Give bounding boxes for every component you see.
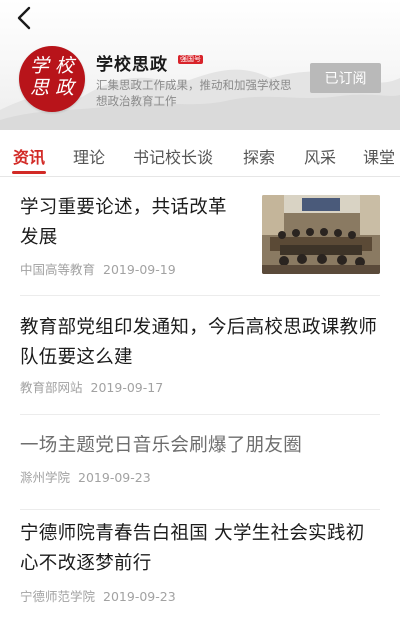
article-meta: 教育部网站 2019-09-17 xyxy=(20,377,163,396)
channel-title: 学校思政 xyxy=(96,55,168,75)
article-date: 2019-09-23 xyxy=(103,589,176,604)
back-button[interactable] xyxy=(10,4,38,32)
channel-header: 学 校 思 政 学校思政 强国号 汇集思政工作成果，推动和加强学校思想政治教育工… xyxy=(0,0,400,130)
logo-char: 思 xyxy=(29,77,49,99)
article-item[interactable]: 学习重要论述，共话改革发展 中国高等教育 2019-09-19 xyxy=(0,177,400,295)
channel-logo: 学 校 思 政 xyxy=(19,46,85,112)
tab-explore[interactable]: 探索 xyxy=(243,144,275,168)
category-tabs: 资讯 理论 书记校长谈 探索 风采 课堂 xyxy=(0,130,400,177)
tab-news[interactable]: 资讯 xyxy=(13,144,45,168)
tab-classroom[interactable]: 课堂 xyxy=(363,144,395,168)
tab-showcase[interactable]: 风采 xyxy=(304,144,336,168)
article-title: 教育部党组印发通知，今后高校思政课教师队伍要这么建 xyxy=(20,317,378,368)
article-source: 宁德师范学院 xyxy=(20,589,96,604)
channel-badge: 强国号 xyxy=(178,55,203,64)
article-meta: 中国高等教育 2019-09-19 xyxy=(20,259,176,278)
subscribed-button[interactable]: 已订阅 xyxy=(310,63,381,93)
article-item[interactable]: 宁德师院青春告白祖国 大学生社会实践初心不改逐梦前行 宁德师范学院 2019-09… xyxy=(0,510,400,631)
article-source: 滁州学院 xyxy=(20,470,71,485)
logo-char: 学 xyxy=(29,55,49,77)
tab-leader-talks[interactable]: 书记校长谈 xyxy=(133,144,213,168)
tab-theory[interactable]: 理论 xyxy=(73,144,105,168)
article-item[interactable]: 一场主题党日音乐会刷爆了朋友圈 滁州学院 2019-09-23 xyxy=(0,415,400,509)
article-date: 2019-09-17 xyxy=(90,380,164,395)
article-title: 宁德师院青春告白祖国 大学生社会实践初心不改逐梦前行 xyxy=(20,523,365,574)
article-meta: 宁德师范学院 2019-09-23 xyxy=(20,586,176,605)
article-source: 教育部网站 xyxy=(20,380,83,395)
article-date: 2019-09-23 xyxy=(78,470,151,485)
logo-char: 校 xyxy=(54,55,74,77)
article-title: 一场主题党日音乐会刷爆了朋友圈 xyxy=(20,435,303,456)
page: 学 校 思 政 学校思政 强国号 汇集思政工作成果，推动和加强学校思想政治教育工… xyxy=(0,0,400,631)
logo-char: 政 xyxy=(54,77,74,99)
chevron-left-icon xyxy=(17,6,31,30)
channel-description: 汇集思政工作成果，推动和加强学校思想政治教育工作 xyxy=(96,78,292,108)
article-title: 学习重要论述，共话改革发展 xyxy=(20,197,227,248)
article-item[interactable]: 教育部党组印发通知，今后高校思政课教师队伍要这么建 教育部网站 2019-09-1… xyxy=(0,296,400,414)
active-tab-indicator xyxy=(12,171,46,174)
article-meta: 滁州学院 2019-09-23 xyxy=(20,467,151,486)
article-source: 中国高等教育 xyxy=(20,262,96,277)
article-thumbnail xyxy=(262,195,380,274)
article-date: 2019-09-19 xyxy=(103,262,176,277)
